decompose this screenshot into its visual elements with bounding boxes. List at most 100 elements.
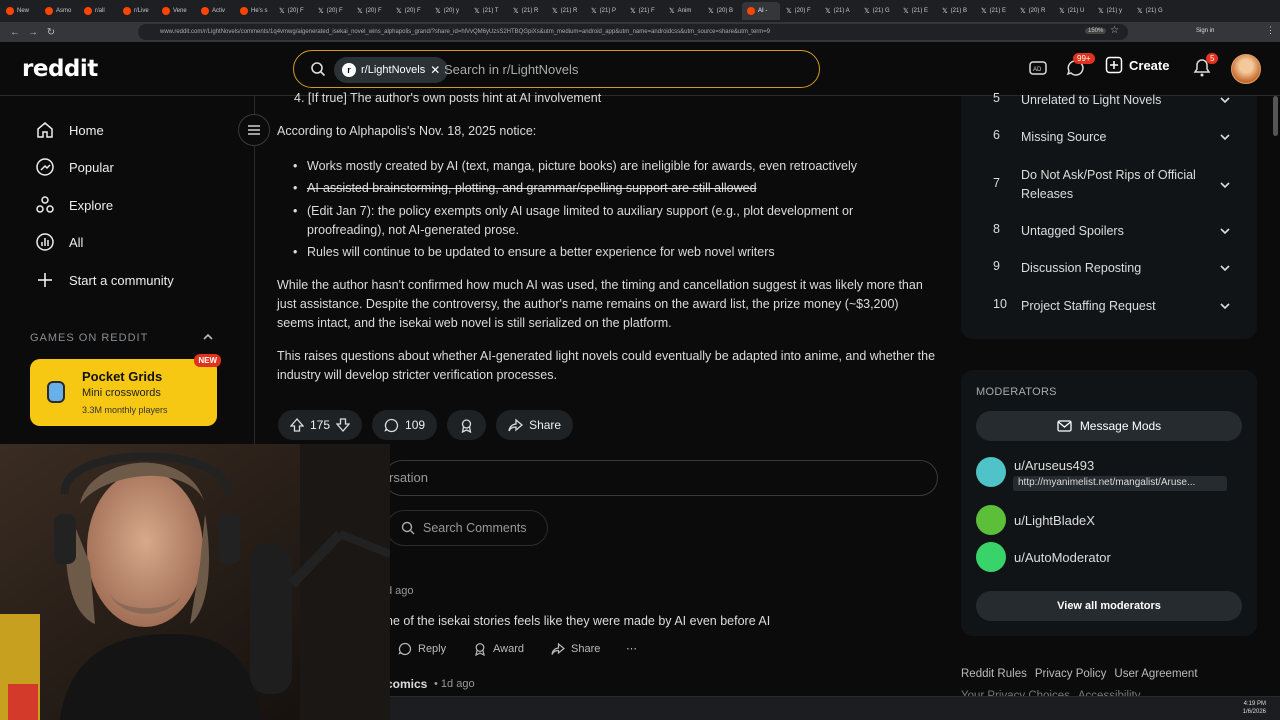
close-icon[interactable]: ✕ (430, 63, 440, 77)
browser-tab[interactable]: r/Live (118, 2, 156, 20)
sidebar-item-popular[interactable]: Popular (35, 157, 114, 177)
sidebar-item-start-community[interactable]: Start a community (35, 270, 174, 290)
browser-tab[interactable]: 𝕏 (21) y (1093, 2, 1131, 20)
share-button[interactable]: Share (496, 410, 574, 440)
browser-tab[interactable]: Vene (157, 2, 195, 20)
browser-tab[interactable]: 𝕏 (21) T (469, 2, 507, 20)
chevron-down-icon[interactable] (1218, 130, 1232, 144)
browser-tab[interactable]: 𝕏 (21) G (1132, 2, 1170, 20)
search-comments-input[interactable]: Search Comments (386, 510, 548, 546)
browser-tab[interactable]: 𝕏 (21) F (625, 2, 663, 20)
browser-tab[interactable]: Activ (196, 2, 234, 20)
browser-tab[interactable]: 𝕏 (21) U (1054, 2, 1092, 20)
browser-tab[interactable]: 𝕏 (20) F (352, 2, 390, 20)
comment-share-button[interactable]: Share (551, 642, 600, 656)
zoom-indicator[interactable]: 150% (1085, 28, 1107, 34)
view-all-moderators-button[interactable]: View all moderators (976, 591, 1242, 621)
join-conversation-input[interactable]: rsation (384, 460, 938, 496)
create-button[interactable]: Create (1105, 56, 1169, 74)
search-icon (311, 62, 326, 77)
browser-tab[interactable]: r/all (79, 2, 117, 20)
comment-author[interactable]: comics (386, 677, 427, 691)
browser-tab[interactable]: AI - (742, 2, 780, 20)
browser-tab[interactable]: 𝕏 (21) A (820, 2, 858, 20)
chevron-down-icon[interactable] (1218, 93, 1232, 107)
footer-link[interactable]: User Agreement (1114, 668, 1197, 680)
message-mods-button[interactable]: Message Mods (976, 411, 1242, 441)
system-clock[interactable]: 4:19 PM 1/6/2026 (1243, 700, 1266, 716)
reload-icon[interactable]: ↻ (42, 27, 60, 38)
rule-item[interactable]: 9 Discussion Reposting (961, 259, 1257, 279)
browser-tab[interactable]: 𝕏 (21) R (508, 2, 546, 20)
award-icon (461, 418, 472, 433)
browser-tab[interactable]: 𝕏 (21) P (586, 2, 624, 20)
browser-tab[interactable]: 𝕏 (20) F (274, 2, 312, 20)
policy-bullet: (Edit Jan 7): the policy exempts only AI… (293, 202, 927, 240)
more-options-icon[interactable]: ⋯ (626, 642, 637, 655)
moderators-heading: MODERATORS (976, 386, 1057, 398)
browser-tab[interactable]: 𝕏 (20) R (1015, 2, 1053, 20)
back-icon[interactable]: ← (6, 27, 24, 38)
rule-item[interactable]: 7 Do Not Ask/Post Rips of Official Releas… (961, 166, 1257, 204)
search-input[interactable]: Search in r/LightNovels (444, 62, 578, 77)
moderator-name: u/Aruseus493 (1014, 457, 1095, 473)
browser-tab[interactable]: 𝕏 (20) F (391, 2, 429, 20)
chevron-down-icon[interactable] (1218, 178, 1232, 192)
rule-item[interactable]: 5 Unrelated to Light Novels (961, 91, 1257, 111)
award-button[interactable] (447, 410, 487, 440)
browser-tab[interactable]: 𝕏 (20) B (703, 2, 741, 20)
webcam-overlay (0, 444, 390, 720)
user-flair: http://myanimelist.net/mangalist/Aruse..… (1013, 476, 1227, 491)
chevron-down-icon[interactable] (1218, 261, 1232, 275)
browser-tab[interactable]: Asmo (40, 2, 78, 20)
browser-tab[interactable]: 𝕏 (21) E (898, 2, 936, 20)
chevron-down-icon[interactable] (1218, 299, 1232, 313)
moderators-card: MODERATORS Message Mods u/Aruseus493 htt… (961, 370, 1257, 636)
footer-link[interactable]: Privacy Policy (1035, 668, 1107, 680)
browser-tab[interactable]: 𝕏 (21) B (937, 2, 975, 20)
browser-menu-icon[interactable]: ⋮ (1266, 25, 1275, 36)
address-bar[interactable]: www.reddit.com/r/LightNovels/comments/1q… (138, 24, 1128, 40)
upvote-icon[interactable] (290, 418, 304, 432)
browser-tab[interactable]: 𝕏 (21) G (859, 2, 897, 20)
tab-label: Vene (173, 8, 187, 14)
downvote-icon[interactable] (336, 418, 351, 432)
explore-icon (36, 196, 54, 213)
tab-label: r/all (95, 8, 105, 14)
browser-tab[interactable]: New (1, 2, 39, 20)
comment-award-button[interactable]: Award (473, 642, 524, 656)
tab-label: Anim (677, 8, 692, 14)
page-scrollbar[interactable] (1273, 96, 1278, 136)
sidebar-item-home[interactable]: Home (35, 120, 104, 140)
signin-button[interactable]: Sign in (1196, 28, 1214, 34)
comments-button[interactable]: 109 (372, 410, 438, 440)
browser-tab[interactable]: 𝕏 (20) y (430, 2, 468, 20)
moderator-item[interactable]: u/AutoModerator (976, 542, 1111, 572)
reply-button[interactable]: Reply (398, 642, 446, 656)
rule-item[interactable]: 6 Missing Source (961, 128, 1257, 148)
reddit-logo[interactable]: reddit (22, 56, 98, 82)
browser-tab[interactable]: 𝕏 (21) R (547, 2, 585, 20)
game-card-pocket-grids[interactable]: NEW Pocket Grids Mini crosswords 3.3M mo… (30, 354, 221, 426)
search-bar[interactable]: r r/LightNovels ✕ Search in r/LightNovel… (293, 50, 820, 88)
browser-tab[interactable]: 𝕏 (21) E (976, 2, 1014, 20)
browser-tab[interactable]: 𝕏 (20) F (781, 2, 819, 20)
advertise-icon[interactable]: AD (1028, 58, 1048, 78)
bookmark-star-icon[interactable]: ☆ (1110, 25, 1119, 36)
rule-item[interactable]: 8 Untagged Spoilers (961, 222, 1257, 242)
chevron-down-icon[interactable] (1218, 224, 1232, 238)
browser-tab[interactable]: He's s (235, 2, 273, 20)
user-avatar[interactable] (1231, 54, 1261, 84)
forward-icon[interactable]: → (24, 27, 42, 38)
moderator-item[interactable]: u/LightBladeX (976, 505, 1095, 535)
browser-tab[interactable]: 𝕏 Anim (664, 2, 702, 20)
moderator-name: u/AutoModerator (1014, 549, 1111, 565)
rule-item[interactable]: 10 Project Staffing Request (961, 297, 1257, 317)
browser-tab[interactable]: 𝕏 (20) F (313, 2, 351, 20)
tab-label: (21) E (989, 8, 1006, 14)
footer-link[interactable]: Reddit Rules (961, 668, 1027, 680)
sidebar-item-explore[interactable]: Explore (35, 195, 113, 215)
sidebar-item-all[interactable]: All (35, 232, 83, 252)
subreddit-search-chip[interactable]: r r/LightNovels ✕ (334, 57, 449, 83)
chevron-up-icon[interactable] (201, 330, 215, 344)
